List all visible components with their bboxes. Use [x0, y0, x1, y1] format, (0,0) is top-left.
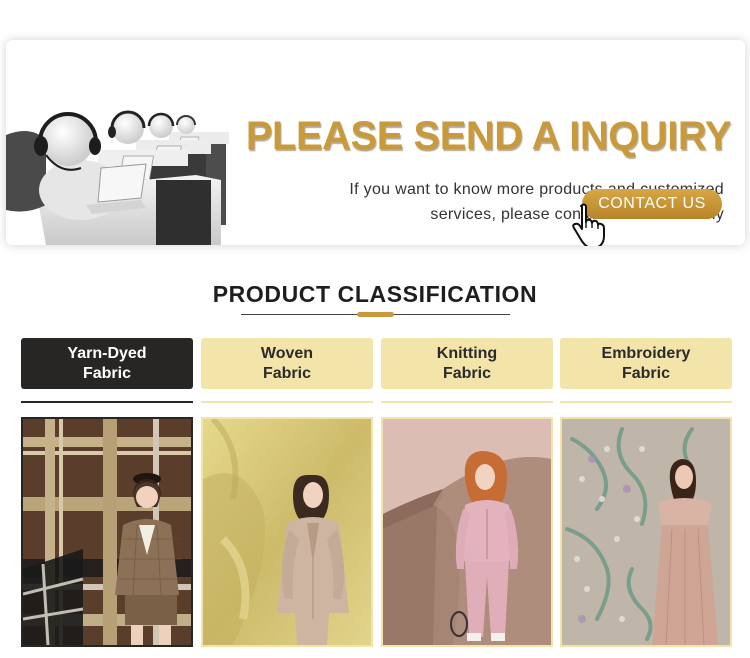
product-card-knitting[interactable] [381, 417, 553, 647]
tab-woven-fabric[interactable]: Woven Fabric [201, 338, 373, 389]
product-image-knitting [383, 419, 551, 645]
tab-label-line-2: Fabric [82, 364, 131, 382]
tab-label-line-2: Fabric [621, 364, 670, 382]
tab-label-line-1: Embroidery [601, 344, 691, 362]
customer-support-illustration [6, 110, 229, 245]
section-divider-accent [357, 312, 394, 317]
tab-label-line-1: Yarn-Dyed [67, 344, 147, 362]
product-image-yarn-dyed [23, 419, 191, 645]
inquiry-title: PLEASE SEND A INQUIRY [245, 114, 732, 158]
tab-underline-woven [201, 401, 373, 403]
product-card-yarn-dyed[interactable] [21, 417, 193, 647]
tab-knitting-fabric[interactable]: Knitting Fabric [381, 338, 553, 389]
tab-underline-knitting [381, 401, 553, 403]
product-image-woven [203, 419, 371, 645]
pointing-hand-icon [572, 203, 605, 246]
tab-underline-embroidery [560, 401, 732, 403]
product-card-embroidery[interactable] [560, 417, 732, 647]
tab-underline-yarn-dyed [21, 401, 193, 403]
tab-label-line-1: Knitting [436, 344, 498, 362]
tab-embroidery-fabric[interactable]: Embroidery Fabric [560, 338, 732, 389]
section-title: PRODUCT CLASSIFICATION [212, 281, 538, 307]
tab-label-line-1: Woven [260, 344, 314, 362]
tab-label-line-2: Fabric [442, 364, 491, 382]
product-card-woven[interactable] [201, 417, 373, 647]
tab-label-line-2: Fabric [262, 364, 311, 382]
tab-yarn-dyed-fabric[interactable]: Yarn-Dyed Fabric [21, 338, 193, 389]
product-image-embroidery [562, 419, 730, 645]
